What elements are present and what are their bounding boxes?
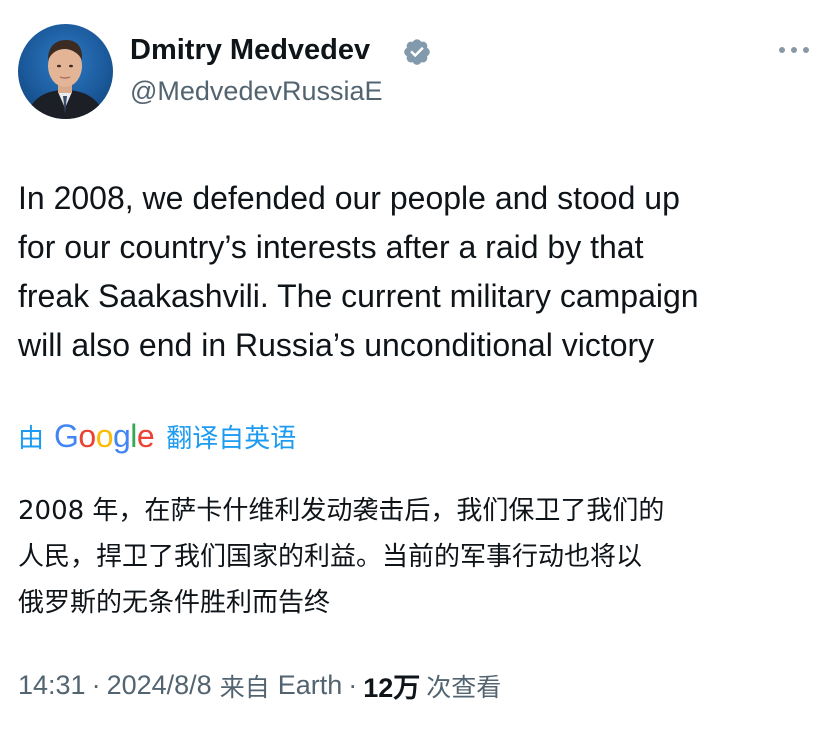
tweet-text: In 2008, we defended our people and stoo… xyxy=(18,174,818,370)
tweet-time[interactable]: 14:31 xyxy=(18,670,86,701)
translation-suffix: 翻译自英语 xyxy=(166,423,297,454)
verified-badge-icon[interactable] xyxy=(402,37,432,67)
meta-separator: · xyxy=(91,670,101,700)
tweet-text-line: for our country’s interests after a raid… xyxy=(18,229,644,265)
views-label[interactable]: 次查看 xyxy=(426,668,501,704)
tweet-text-line: will also end in Russia’s unconditional … xyxy=(18,327,655,363)
source-prefix: 来自 xyxy=(219,672,270,702)
translation-attribution[interactable]: 由 Google 翻译自英语 xyxy=(18,416,296,456)
profile-photo xyxy=(26,40,106,119)
user-handle[interactable]: @MedvedevRussiaE xyxy=(130,76,383,107)
tweet-text-line: In 2008, we defended our people and stoo… xyxy=(18,180,680,216)
google-logo: Google xyxy=(54,417,155,455)
views-count[interactable]: 12万 xyxy=(363,666,420,705)
tweet-date[interactable]: 2024/8/8 xyxy=(107,670,212,701)
meta-separator: · xyxy=(348,670,358,700)
translated-text-line: 人民，捍卫了我们国家的利益。当前的军事行动也将以 xyxy=(18,542,643,572)
translated-text: 2008 年，在萨卡什维利发动袭击后，我们保卫了我们的 人民，捍卫了我们国家的利… xyxy=(18,488,818,626)
google-logo-letter: e xyxy=(136,417,155,454)
tweet-source: Earth xyxy=(277,670,343,700)
google-logo-letter: G xyxy=(54,417,79,454)
more-options-icon[interactable] xyxy=(776,38,812,62)
google-logo-letter: l xyxy=(130,417,137,454)
translated-text-line: 2008 年，在萨卡什维利发动袭击后，我们保卫了我们的 xyxy=(18,496,665,526)
tweet-meta: 14:31 · 2024/8/8 来自 Earth · 12万 次查看 xyxy=(18,666,501,705)
translated-text-line: 俄罗斯的无条件胜利而告终 xyxy=(18,588,331,618)
translation-prefix: 由 xyxy=(18,423,45,454)
tweet-text-line: freak Saakashvili. The current military … xyxy=(18,278,699,314)
google-logo-letter: o xyxy=(95,417,114,454)
google-logo-letter: o xyxy=(78,417,96,454)
avatar[interactable] xyxy=(18,24,113,119)
display-name[interactable]: Dmitry Medvedev xyxy=(130,34,370,67)
google-logo-letter: g xyxy=(113,417,131,454)
